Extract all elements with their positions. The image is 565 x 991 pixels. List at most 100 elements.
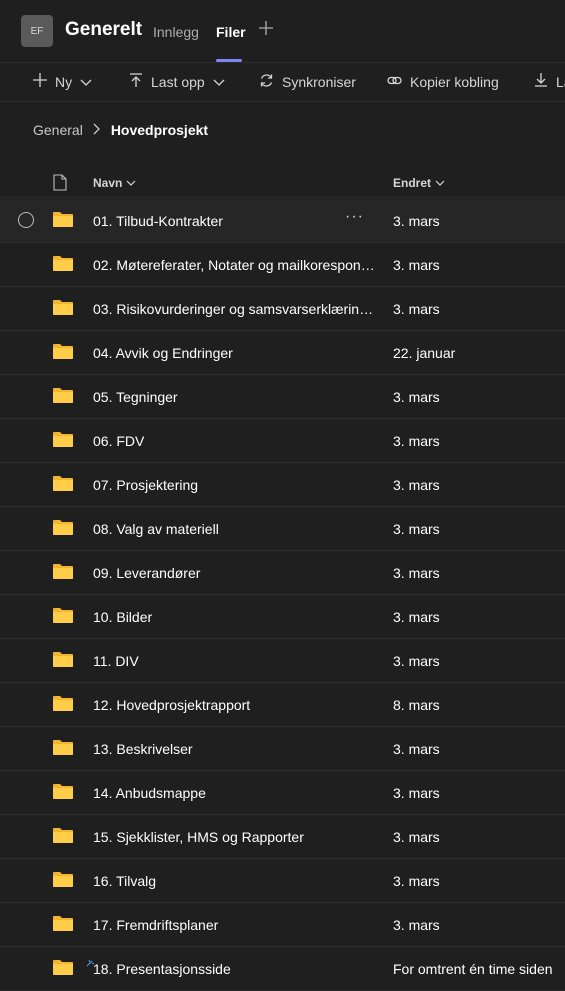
folder-icon bbox=[53, 651, 73, 672]
folder-icon bbox=[53, 519, 73, 540]
table-row[interactable]: 03. Risikovurderinger og samsvarserklæri… bbox=[0, 287, 565, 331]
modified-column-label: Endret bbox=[393, 176, 432, 190]
table-row[interactable]: 17. Fremdriftsplaner 3. mars bbox=[0, 903, 565, 947]
sync-label: Synkroniser bbox=[282, 74, 356, 90]
table-row[interactable]: 05. Tegninger 3. mars bbox=[0, 375, 565, 419]
table-row[interactable]: 11. DIV 3. mars bbox=[0, 639, 565, 683]
sync-icon bbox=[259, 73, 282, 91]
link-icon bbox=[387, 73, 410, 91]
file-name[interactable]: 09. Leverandører bbox=[93, 565, 375, 581]
folder-icon bbox=[53, 343, 73, 364]
row-select-radio[interactable] bbox=[18, 212, 34, 228]
new-label: Ny bbox=[55, 73, 73, 90]
download-button[interactable]: La bbox=[534, 73, 565, 90]
file-name[interactable]: 02. Møtereferater, Notater og mailkoresp… bbox=[93, 257, 375, 273]
file-name[interactable]: 13. Beskrivelser bbox=[93, 741, 375, 757]
modified-date: 3. mars bbox=[393, 609, 440, 625]
upload-button[interactable]: Last opp bbox=[129, 73, 233, 90]
download-icon bbox=[534, 73, 556, 90]
table-row[interactable]: 07. Prosjektering 3. mars bbox=[0, 463, 565, 507]
modified-column-header[interactable]: Endret bbox=[393, 176, 445, 190]
table-row[interactable]: 06. FDV 3. mars bbox=[0, 419, 565, 463]
name-column-label: Navn bbox=[93, 176, 123, 190]
folder-icon bbox=[53, 211, 73, 232]
team-avatar[interactable]: EF bbox=[21, 15, 53, 47]
modified-date: 3. mars bbox=[393, 829, 440, 845]
file-name[interactable]: 15. Sjekklister, HMS og Rapporter bbox=[93, 829, 375, 845]
table-row[interactable]: 18. Presentasjonsside For omtrent én tim… bbox=[0, 947, 565, 991]
folder-icon bbox=[53, 387, 73, 408]
more-options-icon[interactable]: ··· bbox=[345, 208, 364, 226]
file-name[interactable]: 07. Prosjektering bbox=[93, 477, 375, 493]
copy-link-button[interactable]: Kopier kobling bbox=[387, 73, 499, 91]
modified-date: 3. mars bbox=[393, 521, 440, 537]
table-row[interactable]: 10. Bilder 3. mars bbox=[0, 595, 565, 639]
chevron-down-icon bbox=[213, 74, 233, 90]
modified-date: 3. mars bbox=[393, 873, 440, 889]
table-row[interactable]: 08. Valg av materiell 3. mars bbox=[0, 507, 565, 551]
file-list: 01. Tilbud-Kontrakter ··· 3. mars 02. Mø… bbox=[0, 199, 565, 991]
file-name[interactable]: 04. Avvik og Endringer bbox=[93, 345, 375, 361]
breadcrumb-root[interactable]: General bbox=[33, 122, 83, 138]
file-name[interactable]: 11. DIV bbox=[93, 653, 375, 669]
chevron-down-icon bbox=[80, 74, 100, 90]
new-button[interactable]: Ny bbox=[33, 73, 100, 90]
file-type-icon[interactable] bbox=[53, 174, 67, 196]
file-name[interactable]: 14. Anbudsmappe bbox=[93, 785, 375, 801]
modified-date: 3. mars bbox=[393, 785, 440, 801]
table-row[interactable]: 09. Leverandører 3. mars bbox=[0, 551, 565, 595]
modified-date: For omtrent én time siden bbox=[393, 961, 553, 977]
copy-link-label: Kopier kobling bbox=[410, 74, 499, 90]
folder-icon bbox=[53, 563, 73, 584]
add-tab-button[interactable] bbox=[258, 19, 274, 41]
modified-date: 3. mars bbox=[393, 257, 440, 273]
folder-icon bbox=[53, 431, 73, 452]
modified-date: 3. mars bbox=[393, 389, 440, 405]
folder-icon bbox=[53, 959, 73, 980]
table-row[interactable]: 16. Tilvalg 3. mars bbox=[0, 859, 565, 903]
folder-icon bbox=[53, 607, 73, 628]
folder-icon bbox=[53, 255, 73, 276]
modified-date: 22. januar bbox=[393, 345, 456, 361]
table-row[interactable]: 02. Møtereferater, Notater og mailkoresp… bbox=[0, 243, 565, 287]
sync-button[interactable]: Synkroniser bbox=[259, 73, 356, 91]
tab-files[interactable]: Filer bbox=[216, 24, 246, 40]
plus-icon bbox=[258, 19, 274, 41]
tab-posts[interactable]: Innlegg bbox=[153, 24, 199, 40]
file-name[interactable]: 01. Tilbud-Kontrakter bbox=[93, 213, 333, 229]
table-row[interactable]: 13. Beskrivelser 3. mars bbox=[0, 727, 565, 771]
table-row[interactable]: 14. Anbudsmappe 3. mars bbox=[0, 771, 565, 815]
name-column-header[interactable]: Navn bbox=[93, 176, 136, 190]
download-label: La bbox=[556, 73, 565, 90]
file-name[interactable]: 18. Presentasjonsside bbox=[93, 961, 375, 977]
folder-icon bbox=[53, 827, 73, 848]
modified-date: 3. mars bbox=[393, 917, 440, 933]
file-name[interactable]: 12. Hovedprosjektrapport bbox=[93, 697, 375, 713]
table-row[interactable]: 04. Avvik og Endringer 22. januar bbox=[0, 331, 565, 375]
file-name[interactable]: 17. Fremdriftsplaner bbox=[93, 917, 375, 933]
file-name[interactable]: 08. Valg av materiell bbox=[93, 521, 375, 537]
modified-date: 3. mars bbox=[393, 301, 440, 317]
chevron-down-icon bbox=[431, 176, 445, 190]
modified-date: 3. mars bbox=[393, 433, 440, 449]
file-name[interactable]: 10. Bilder bbox=[93, 609, 375, 625]
upload-label: Last opp bbox=[151, 73, 205, 90]
breadcrumb: General Hovedprosjekt bbox=[33, 122, 208, 138]
plus-icon bbox=[33, 73, 55, 90]
file-name[interactable]: 03. Risikovurderinger og samsvarserklæri… bbox=[93, 301, 375, 317]
modified-date: 3. mars bbox=[393, 741, 440, 757]
file-name[interactable]: 06. FDV bbox=[93, 433, 375, 449]
file-name[interactable]: 05. Tegninger bbox=[93, 389, 375, 405]
breadcrumb-current: Hovedprosjekt bbox=[110, 122, 209, 138]
modified-date: 3. mars bbox=[393, 477, 440, 493]
folder-icon bbox=[53, 783, 73, 804]
table-row[interactable]: 01. Tilbud-Kontrakter ··· 3. mars bbox=[0, 199, 565, 243]
table-row[interactable]: 15. Sjekklister, HMS og Rapporter 3. mar… bbox=[0, 815, 565, 859]
chevron-down-icon bbox=[122, 176, 136, 190]
upload-icon bbox=[129, 73, 151, 90]
chevron-right-icon bbox=[93, 122, 101, 138]
table-row[interactable]: 12. Hovedprosjektrapport 8. mars bbox=[0, 683, 565, 727]
modified-date: 3. mars bbox=[393, 653, 440, 669]
channel-name: Generelt bbox=[65, 19, 143, 40]
file-name[interactable]: 16. Tilvalg bbox=[93, 873, 375, 889]
